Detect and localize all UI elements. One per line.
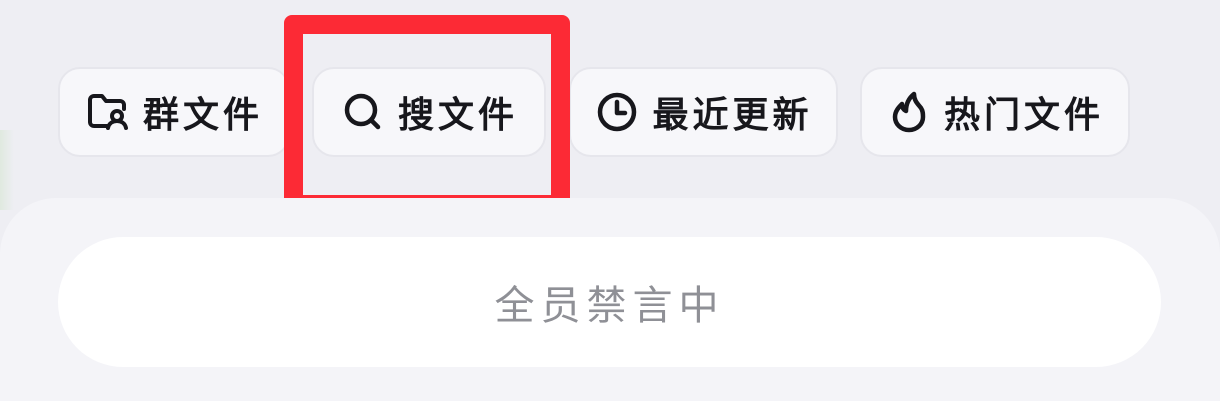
folder-user-icon — [85, 89, 131, 135]
group-files-button[interactable]: 群文件 — [58, 67, 290, 157]
flame-icon — [886, 89, 932, 135]
clock-icon — [594, 89, 640, 135]
recent-updates-button[interactable]: 最近更新 — [569, 67, 838, 157]
search-icon — [340, 89, 386, 135]
hot-files-label: 热门文件 — [943, 95, 1104, 136]
search-files-button[interactable]: 搜文件 — [312, 67, 546, 157]
search-files-label: 搜文件 — [397, 95, 518, 136]
recent-updates-label: 最近更新 — [652, 95, 813, 136]
muted-input-bar: 全员禁言中 — [58, 237, 1161, 367]
group-files-label: 群文件 — [142, 95, 263, 136]
file-toolbar: 群文件 搜文件 最近更新 热门文件 — [0, 0, 1220, 200]
all-muted-status-text: 全员禁言中 — [494, 283, 725, 329]
hot-files-button[interactable]: 热门文件 — [860, 67, 1130, 157]
